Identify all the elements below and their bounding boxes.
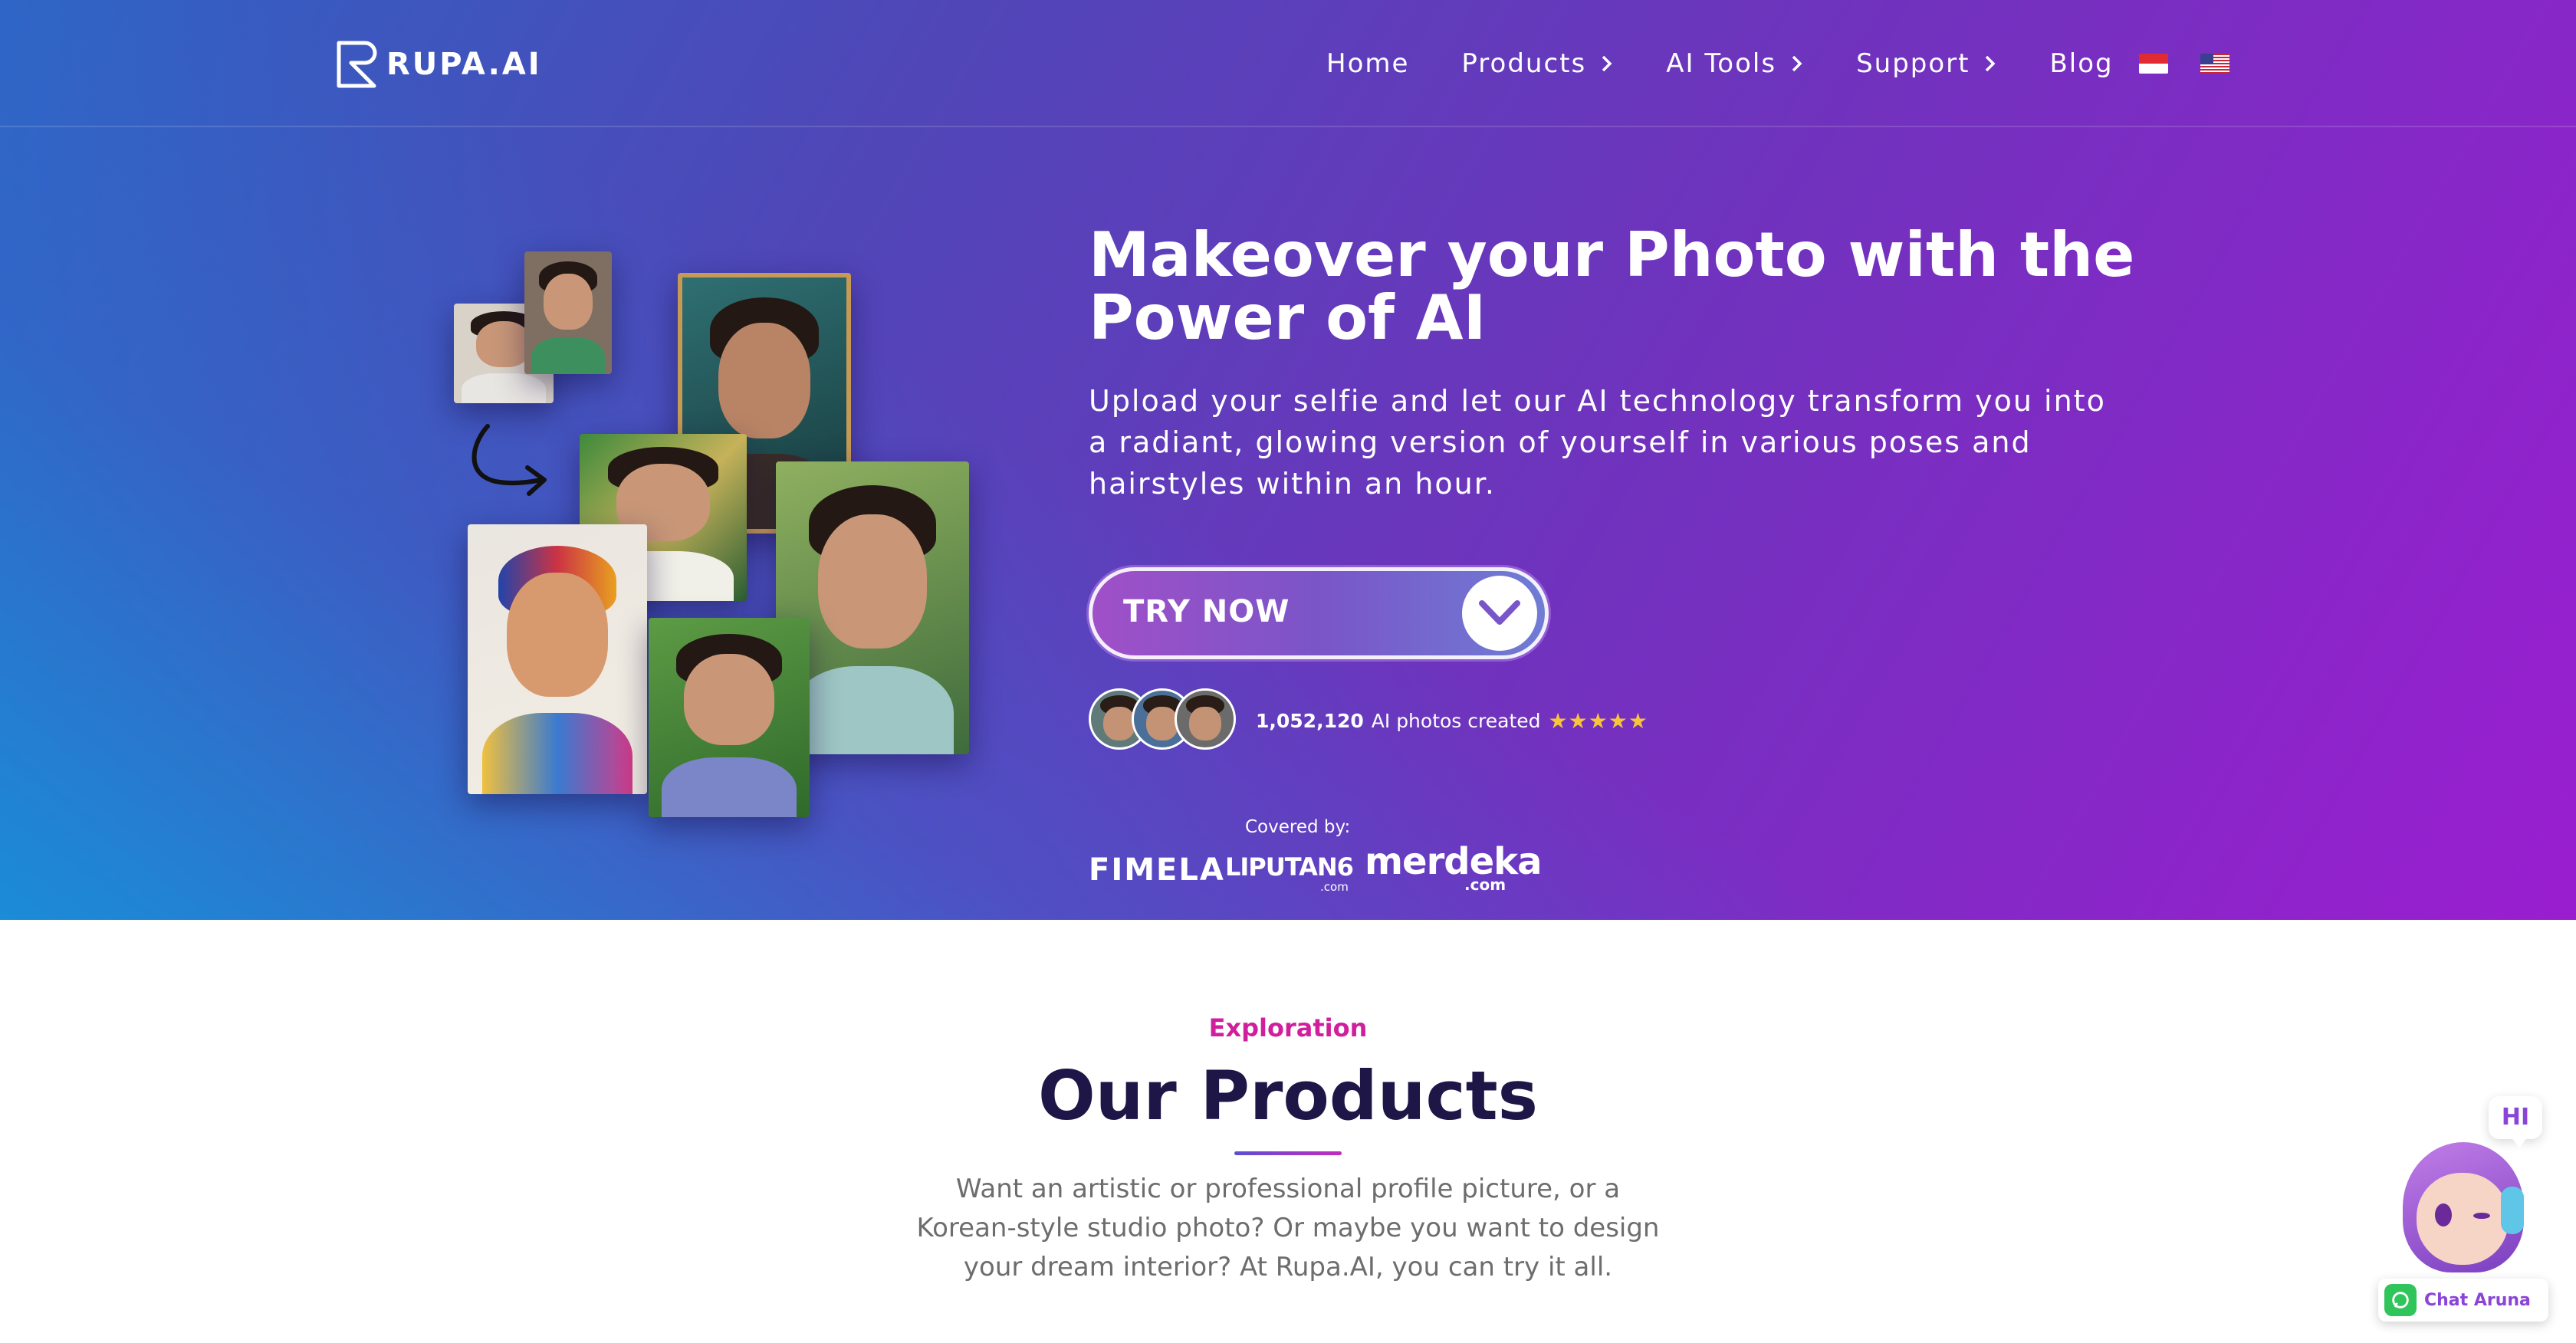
flag-indonesia-icon[interactable] bbox=[2139, 54, 2168, 74]
transform-arrow-icon bbox=[472, 424, 547, 496]
nav-item-products[interactable]: Products bbox=[1461, 48, 1614, 79]
photos-created-label: AI photos created bbox=[1371, 709, 1541, 732]
chevron-right-icon bbox=[1602, 55, 1612, 72]
chat-aruna-button[interactable]: Chat Aruna bbox=[2378, 1279, 2548, 1322]
user-avatars bbox=[1089, 688, 1242, 751]
ai-portrait-photo bbox=[468, 524, 647, 794]
chevron-down-icon bbox=[1479, 600, 1520, 625]
nav-menu: Home Products AI Tools Support Blog bbox=[1326, 43, 2166, 84]
liputan6-logo-suffix: .com bbox=[1320, 880, 1349, 894]
hero-section: RUPA.AI Home Products AI Tools Support B… bbox=[0, 0, 2576, 920]
avatar bbox=[1175, 688, 1236, 750]
fimela-logo: FIMELA bbox=[1089, 852, 1225, 888]
chevron-right-icon bbox=[1792, 55, 1802, 72]
liputan6-logo: LIPUTAN6 bbox=[1225, 852, 1354, 882]
covered-by-label: Covered by: bbox=[1245, 817, 1351, 837]
section-description: Want an artistic or professional profile… bbox=[916, 1174, 1660, 1282]
chat-greeting-bubble: HI bbox=[2489, 1096, 2542, 1148]
hero-subtitle: Upload your selfie and let our AI techno… bbox=[1089, 384, 2106, 501]
chat-widget[interactable]: HI Chat Aruna bbox=[2369, 1089, 2553, 1326]
headset-icon bbox=[2501, 1187, 2524, 1234]
nav-item-ai-tools[interactable]: AI Tools bbox=[1666, 48, 1804, 79]
try-now-button[interactable]: TRY NOW bbox=[1089, 567, 1549, 659]
chat-avatar-face bbox=[2417, 1173, 2509, 1265]
photos-created-count: 1,052,120 bbox=[1256, 709, 1364, 732]
merdeka-logo-suffix: .com bbox=[1464, 875, 1506, 894]
chevron-down-circle bbox=[1462, 576, 1537, 651]
chat-avatar-eye bbox=[2435, 1203, 2452, 1226]
nav-item-label: Home bbox=[1326, 48, 1410, 79]
photos-created-stat: 1,052,120 AI photos created ★★★★★ bbox=[1256, 705, 1648, 736]
hero-photo-collage bbox=[0, 0, 1027, 920]
chevron-right-icon bbox=[1986, 55, 1996, 72]
nav-item-support[interactable]: Support bbox=[1856, 48, 1997, 79]
whatsapp-icon bbox=[2384, 1284, 2417, 1316]
section-divider bbox=[1234, 1151, 1342, 1155]
star-rating-icon: ★★★★★ bbox=[1548, 708, 1649, 734]
nav-item-blog[interactable]: Blog bbox=[2049, 48, 2113, 79]
chat-avatar-eye bbox=[2473, 1213, 2490, 1219]
try-now-label: TRY NOW bbox=[1123, 594, 1290, 629]
nav-item-label: Support bbox=[1856, 48, 1970, 79]
chat-aruna-label: Chat Aruna bbox=[2424, 1290, 2531, 1310]
ai-portrait-photo bbox=[649, 618, 810, 817]
section-title: Our Products bbox=[1037, 1056, 1539, 1135]
section-tag: Exploration bbox=[1208, 1013, 1368, 1043]
nav-item-label: Blog bbox=[2049, 48, 2114, 79]
nav-item-label: Products bbox=[1461, 48, 1587, 79]
flag-usa-icon[interactable] bbox=[2200, 54, 2229, 74]
nav-item-home[interactable]: Home bbox=[1326, 48, 1409, 79]
hero-title: Makeover your Photo with the Power of AI bbox=[1089, 219, 2135, 353]
selfie-photo bbox=[524, 251, 612, 374]
nav-item-label: AI Tools bbox=[1666, 48, 1777, 79]
merdeka-logo: merdeka bbox=[1365, 840, 1542, 883]
